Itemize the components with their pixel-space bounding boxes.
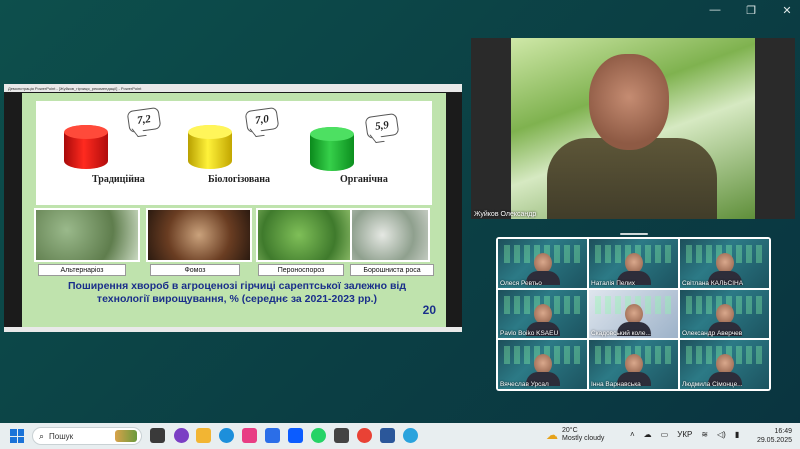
slide-number: 20 [422, 303, 436, 317]
word-icon[interactable] [380, 428, 395, 443]
speaker-video[interactable]: Жуйков Олександр [471, 38, 795, 219]
participant-name: Інна Варнавська [591, 381, 641, 388]
system-tray: ˄ ☁ ▭ УКР ≋ ◁) ▮ [630, 430, 739, 439]
taskbar: ⌕ Пошук ☁ 20°C Mostly cloudy ˄ ☁ ▭ УКР ≋… [0, 423, 800, 449]
task-view-icon[interactable] [150, 428, 165, 443]
chrome-icon[interactable] [357, 428, 372, 443]
disease-photo [146, 208, 252, 262]
grid-drag-handle[interactable] [620, 233, 648, 235]
file-explorer-icon[interactable] [196, 428, 211, 443]
value-bubble: 7,0 [244, 106, 280, 134]
participant-name: Вячеслав Урсал [500, 381, 549, 388]
weather-desc: Mostly cloudy [562, 435, 605, 442]
presentation-slide: 7,2 Традиційна 7,0 Біологізована 5,9 Орг… [22, 93, 446, 328]
value-bubble: 5,9 [364, 112, 400, 140]
search-box[interactable]: ⌕ Пошук [32, 427, 142, 445]
speaker-figure [589, 54, 669, 150]
language-indicator[interactable]: УКР [677, 430, 692, 439]
participant-avatar [707, 303, 742, 336]
technology-label: Біологізована [208, 174, 271, 185]
slide-caption: Поширення хвороб в агроценозі гірчиці са… [42, 280, 432, 306]
store-icon[interactable] [265, 428, 280, 443]
participant-avatar [616, 354, 651, 387]
participant-tile[interactable]: Олеся Ревтьо [498, 239, 587, 288]
participants-grid: Олеся Ревтьо Наталія Пелих Світлана КАЛЬ… [496, 237, 771, 391]
red-cylinder [64, 125, 108, 169]
weather-temp: 20°C [562, 427, 578, 434]
technology-label: Органічна [340, 174, 388, 185]
participant-name: Світлана КАЛЬСІНА [682, 279, 744, 287]
restore-button[interactable]: ❐ [744, 4, 758, 17]
speaker-figure [547, 138, 717, 219]
display-icon[interactable]: ▭ [661, 430, 669, 439]
search-placeholder: Пошук [49, 431, 74, 441]
shared-screen[interactable]: Демонстрація PowerPoint - [Жуйков_гірчиц… [4, 84, 462, 332]
share-statusbar [4, 327, 462, 332]
disease-label: Альтернаріоз [38, 264, 126, 276]
volume-icon[interactable]: ◁) [717, 430, 726, 439]
participant-tile[interactable]: Вячеслав Урсал [498, 340, 587, 389]
slide-chart-panel: 7,2 Традиційна 7,0 Біологізована 5,9 Орг… [36, 101, 432, 205]
disease-photo [350, 208, 430, 262]
share-title: Демонстрація PowerPoint - [Жуйков_гірчиц… [8, 85, 142, 91]
share-titlebar: Демонстрація PowerPoint - [Жуйков_гірчиц… [4, 84, 462, 92]
date: 29.05.2025 [756, 437, 792, 444]
minimize-button[interactable]: — [708, 4, 722, 17]
participant-name: Pavlo Boiko KSAEU [500, 330, 559, 338]
weather-widget[interactable]: ☁ 20°C Mostly cloudy [546, 427, 604, 443]
disease-photo [256, 208, 362, 262]
participant-tile[interactable]: Наталія Пелих [589, 239, 678, 288]
green-cylinder [310, 127, 354, 171]
zoom-icon[interactable] [288, 428, 303, 443]
cloudy-weather-icon: ☁ [546, 428, 558, 442]
participant-avatar [616, 303, 651, 336]
speaker-name: Жуйков Олександр [474, 211, 537, 218]
yellow-cylinder [188, 125, 232, 169]
disease-label: Фомоз [150, 264, 240, 276]
clock[interactable]: 16:49 29.05.2025 [757, 427, 792, 445]
speaker-feed [511, 38, 755, 219]
search-icon: ⌕ [39, 430, 45, 441]
participant-name: Олександр Аверчев [682, 330, 743, 338]
whatsapp-icon[interactable] [311, 428, 326, 443]
participant-avatar [525, 354, 560, 387]
app-icon[interactable] [334, 428, 349, 443]
window-controls: — ❐ ✕ [708, 4, 794, 17]
copilot-icon[interactable] [242, 428, 257, 443]
participant-avatar [707, 354, 742, 387]
caption-line: Поширення хвороб в агроценозі гірчиці са… [67, 280, 407, 292]
participant-tile[interactable]: Олександр Аверчев [680, 289, 769, 339]
participant-tile[interactable]: Скадовський колe... [589, 289, 678, 339]
participant-avatar [525, 303, 560, 336]
disease-photo [34, 208, 140, 262]
participant-tile[interactable]: Pavlo Boiko KSAEU [498, 289, 587, 339]
participant-name: Скадовський колe... [591, 330, 651, 338]
search-highlight-icon [115, 430, 137, 442]
windows-start-icon[interactable] [10, 429, 24, 443]
caption-line: технології вирощування, % (середнє за 20… [96, 293, 378, 305]
time: 16:49 [774, 428, 792, 435]
chevron-up-icon[interactable]: ˄ [630, 430, 635, 439]
close-button[interactable]: ✕ [780, 4, 794, 17]
disease-label: Пероноспороз [258, 264, 344, 276]
participant-tile[interactable]: Людмила Сімонце... [680, 340, 769, 389]
edge-icon[interactable] [219, 428, 234, 443]
participant-name: Людмила Сімонце... [682, 381, 743, 388]
participant-avatar [707, 253, 742, 285]
participant-tile[interactable]: Інна Варнавська [589, 340, 678, 389]
participant-avatar [616, 253, 651, 285]
disease-label: Борошниста роса [350, 264, 434, 276]
cloud-sync-icon[interactable]: ☁ [644, 430, 652, 439]
technology-label: Традиційна [92, 174, 145, 185]
participant-name: Наталія Пелих [591, 279, 635, 287]
viber-icon[interactable] [174, 428, 189, 443]
value-bubble: 7,2 [126, 106, 162, 134]
participant-name: Олеся Ревтьо [500, 279, 542, 287]
wifi-icon[interactable]: ≋ [701, 430, 708, 439]
participant-tile[interactable]: Світлана КАЛЬСІНА [680, 239, 769, 288]
telegram-icon[interactable] [403, 428, 418, 443]
participant-avatar [525, 253, 560, 285]
battery-icon[interactable]: ▮ [735, 430, 739, 439]
